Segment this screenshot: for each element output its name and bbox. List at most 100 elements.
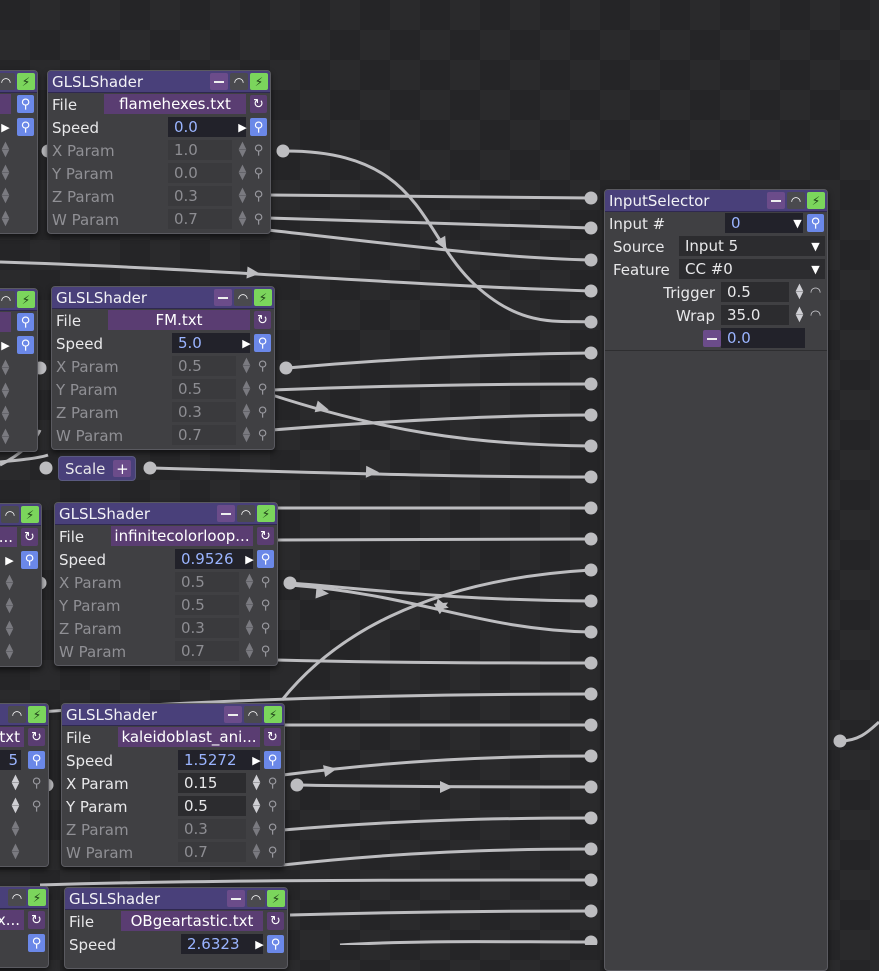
play-icon[interactable]: ▶ bbox=[248, 751, 265, 769]
eye-icon[interactable]: ◠ bbox=[230, 73, 248, 90]
file-field[interactable]: kaleidoblast_ani... bbox=[118, 727, 260, 747]
link-icon[interactable]: ⚲ bbox=[250, 164, 267, 182]
stepper-icon[interactable]: ▲ ▼ bbox=[238, 380, 255, 398]
eye-icon[interactable]: ◠ bbox=[8, 889, 26, 906]
trigger-field[interactable]: 0.5 bbox=[721, 282, 789, 302]
scale-node[interactable]: Scale + bbox=[58, 456, 137, 481]
dropdown-arrow-icon[interactable]: ▼ bbox=[789, 214, 806, 232]
link-icon[interactable]: ⚲ bbox=[264, 774, 281, 792]
port-dot[interactable] bbox=[584, 501, 598, 515]
link-icon[interactable]: ⚲ bbox=[28, 797, 45, 815]
bolt-icon[interactable]: ⚡ bbox=[28, 889, 46, 906]
eye-icon[interactable]: ◠ bbox=[8, 706, 26, 723]
bolt-icon[interactable]: ⚡ bbox=[264, 706, 282, 723]
minimize-icon[interactable] bbox=[224, 706, 242, 723]
bolt-icon[interactable]: ⚡ bbox=[21, 506, 39, 523]
stepper-icon[interactable]: ▲ ▼ bbox=[234, 187, 251, 205]
stepper-icon[interactable]: ▲ ▼ bbox=[234, 164, 251, 182]
port-dot[interactable] bbox=[584, 408, 598, 422]
eye-icon[interactable]: ◠ bbox=[244, 706, 262, 723]
port-dot[interactable] bbox=[290, 778, 304, 792]
link-icon[interactable]: ⚲ bbox=[257, 619, 274, 637]
reload-icon[interactable]: ↻ bbox=[254, 311, 271, 329]
partial-node-4[interactable]: ◠ ⚡ txt ↻ 5 ⚲ ▲ ▼ ⚲ ▲ ▼ ⚲ ▲ ▼ ▲ ▼ bbox=[0, 703, 49, 867]
port-dot[interactable] bbox=[584, 625, 598, 639]
bolt-icon[interactable]: ⚡ bbox=[257, 505, 275, 522]
port-dot[interactable] bbox=[584, 842, 598, 856]
link-icon[interactable]: ⚲ bbox=[254, 357, 271, 375]
stepper-icon[interactable]: ▲ ▼ bbox=[234, 141, 251, 159]
link-icon[interactable]: ⚲ bbox=[257, 550, 274, 568]
stepper-icon[interactable]: ▲ ▼ bbox=[248, 820, 265, 838]
partial-node-3[interactable]: ◠ ⚡ ... ↻ ▶ ⚲ ▲ ▼ ▲ ▼ ▲ ▼ ▲ ▼ bbox=[0, 503, 42, 667]
eye-icon[interactable]: ◠ bbox=[0, 73, 15, 90]
w-param-field[interactable]: 0.7 bbox=[178, 842, 246, 862]
bolt-icon[interactable]: ⚡ bbox=[807, 192, 825, 209]
input-selector-node[interactable]: InputSelector ◠ ⚡ Input # 0 ▼ ⚲ Source I… bbox=[604, 189, 828, 971]
z-param-field[interactable]: 0.3 bbox=[175, 618, 239, 638]
link-icon[interactable]: ⚲ bbox=[254, 403, 271, 421]
chevron-down-icon[interactable]: ▼ bbox=[807, 237, 824, 255]
bolt-icon[interactable]: ⚡ bbox=[267, 890, 285, 907]
minimize-icon[interactable] bbox=[214, 289, 232, 306]
reload-icon[interactable]: ↻ bbox=[250, 95, 267, 113]
link-icon[interactable]: ⚲ bbox=[264, 751, 281, 769]
port-dot[interactable] bbox=[584, 873, 598, 887]
link-icon[interactable]: ⚲ bbox=[21, 551, 38, 569]
x-param-field[interactable]: 0.5 bbox=[175, 572, 239, 592]
bolt-icon[interactable]: ⚡ bbox=[17, 291, 35, 308]
x-param-field[interactable]: 0.15 bbox=[178, 773, 246, 793]
port-dot[interactable] bbox=[584, 346, 598, 360]
glsl-shader-node-fm[interactable]: GLSLShader ◠ ⚡ File FM.txt ↻ Speed 5.0 ▶… bbox=[51, 286, 275, 450]
play-icon[interactable]: ▶ bbox=[241, 550, 258, 568]
partial-node-5[interactable]: ◠ ⚡ x... ↻ ⚲ bbox=[0, 886, 49, 968]
w-param-field[interactable]: 0.7 bbox=[168, 209, 232, 229]
link-icon[interactable]: ⚲ bbox=[28, 774, 45, 792]
port-dot[interactable] bbox=[584, 780, 598, 794]
stepper-icon[interactable]: ▲ ▼ bbox=[791, 306, 808, 324]
connect-icon[interactable]: ◠ bbox=[807, 283, 824, 301]
stepper-icon[interactable]: ▲ ▼ bbox=[791, 283, 808, 301]
port-dot[interactable] bbox=[279, 361, 293, 375]
minimize-icon[interactable] bbox=[767, 192, 785, 209]
z-param-field[interactable]: 0.3 bbox=[178, 819, 246, 839]
port-dot[interactable] bbox=[143, 461, 157, 475]
link-icon[interactable]: ⚲ bbox=[17, 336, 34, 354]
source-select[interactable]: Input 5 bbox=[679, 236, 825, 256]
link-icon[interactable]: ⚲ bbox=[807, 214, 824, 232]
link-icon[interactable]: ⚲ bbox=[250, 210, 267, 228]
play-icon[interactable]: ▶ bbox=[251, 935, 268, 953]
glsl-shader-node-obgeartastic[interactable]: GLSLShader ◠ ⚡ File OBgeartastic.txt ↻ S… bbox=[64, 887, 288, 969]
port-dot[interactable] bbox=[283, 576, 297, 590]
port-dot[interactable] bbox=[584, 904, 598, 918]
stepper-icon[interactable]: ▲ ▼ bbox=[248, 774, 265, 792]
eye-icon[interactable]: ◠ bbox=[787, 192, 805, 209]
link-icon[interactable]: ⚲ bbox=[250, 118, 267, 136]
y-param-field[interactable]: 0.0 bbox=[168, 163, 232, 183]
w-param-field[interactable]: 0.7 bbox=[172, 425, 236, 445]
link-icon[interactable]: ⚲ bbox=[257, 573, 274, 591]
port-dot[interactable] bbox=[584, 687, 598, 701]
y-param-field[interactable]: 0.5 bbox=[175, 595, 239, 615]
stepper-icon[interactable]: ▲ ▼ bbox=[241, 573, 258, 591]
port-dot[interactable] bbox=[584, 594, 598, 608]
reload-icon[interactable]: ↻ bbox=[264, 728, 281, 746]
connect-icon[interactable]: ◠ bbox=[807, 306, 824, 324]
link-icon[interactable]: ⚲ bbox=[267, 935, 284, 953]
link-icon[interactable]: ⚲ bbox=[264, 843, 281, 861]
port-dot[interactable] bbox=[584, 935, 598, 946]
stepper-icon[interactable]: ▲ ▼ bbox=[238, 357, 255, 375]
port-dot[interactable] bbox=[584, 749, 598, 763]
port-dot[interactable] bbox=[39, 461, 53, 475]
port-dot[interactable] bbox=[584, 315, 598, 329]
stepper-icon[interactable]: ▲ ▼ bbox=[238, 426, 255, 444]
stepper-icon[interactable]: ▲ ▼ bbox=[234, 210, 251, 228]
port-dot[interactable] bbox=[276, 144, 290, 158]
port-dot[interactable] bbox=[584, 439, 598, 453]
link-icon[interactable]: ⚲ bbox=[264, 820, 281, 838]
chevron-down-icon[interactable]: ▼ bbox=[807, 260, 824, 278]
port-dot[interactable] bbox=[584, 191, 598, 205]
play-icon[interactable]: ▶ bbox=[234, 118, 251, 136]
link-icon[interactable]: ⚲ bbox=[250, 187, 267, 205]
bolt-icon[interactable]: ⚡ bbox=[254, 289, 272, 306]
